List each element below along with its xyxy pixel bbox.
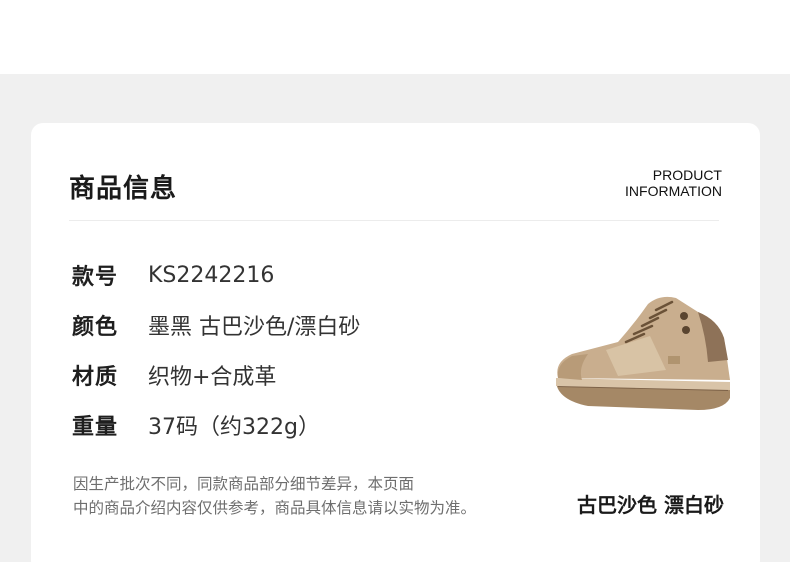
color-caption: 古巴沙色 漂白砂 <box>577 493 724 517</box>
spec-label: 款号 <box>72 265 119 290</box>
section-title-en-line1: PRODUCT <box>652 167 722 183</box>
divider <box>69 220 719 221</box>
spec-label: 颜色 <box>72 315 119 340</box>
spec-row-material: 材质 织物+合成革 <box>72 359 276 391</box>
spec-row-color: 颜色 墨黑 古巴沙色/漂白砂 <box>72 309 360 341</box>
spec-value: 织物+合成革 <box>148 365 277 390</box>
top-banner <box>0 0 790 74</box>
disclaimer-note: 因生产批次不同，同款商品部分细节差异，本页面 中的商品介绍内容仅供参考，商品具体… <box>73 472 476 520</box>
section-title-en-line2: INFORMATION <box>625 183 722 199</box>
spec-row-style-number: 款号 KS2242216 <box>72 259 274 291</box>
hiking-shoe-image <box>556 296 730 410</box>
spec-label: 材质 <box>72 365 119 390</box>
spec-value: 墨黑 古巴沙色/漂白砂 <box>148 315 361 340</box>
spec-label: 重量 <box>72 415 119 440</box>
disclaimer-line1: 因生产批次不同，同款商品部分细节差异，本页面 <box>73 475 415 493</box>
disclaimer-line2: 中的商品介绍内容仅供参考，商品具体信息请以实物为准。 <box>73 499 477 517</box>
section-title-en: PRODUCT INFORMATION <box>625 167 722 199</box>
spec-row-weight: 重量 37码（约322g） <box>72 409 320 441</box>
section-title: 商品信息 <box>69 174 178 204</box>
spec-value: KS2242216 <box>148 262 275 288</box>
spec-value: 37码（约322g） <box>148 415 320 440</box>
